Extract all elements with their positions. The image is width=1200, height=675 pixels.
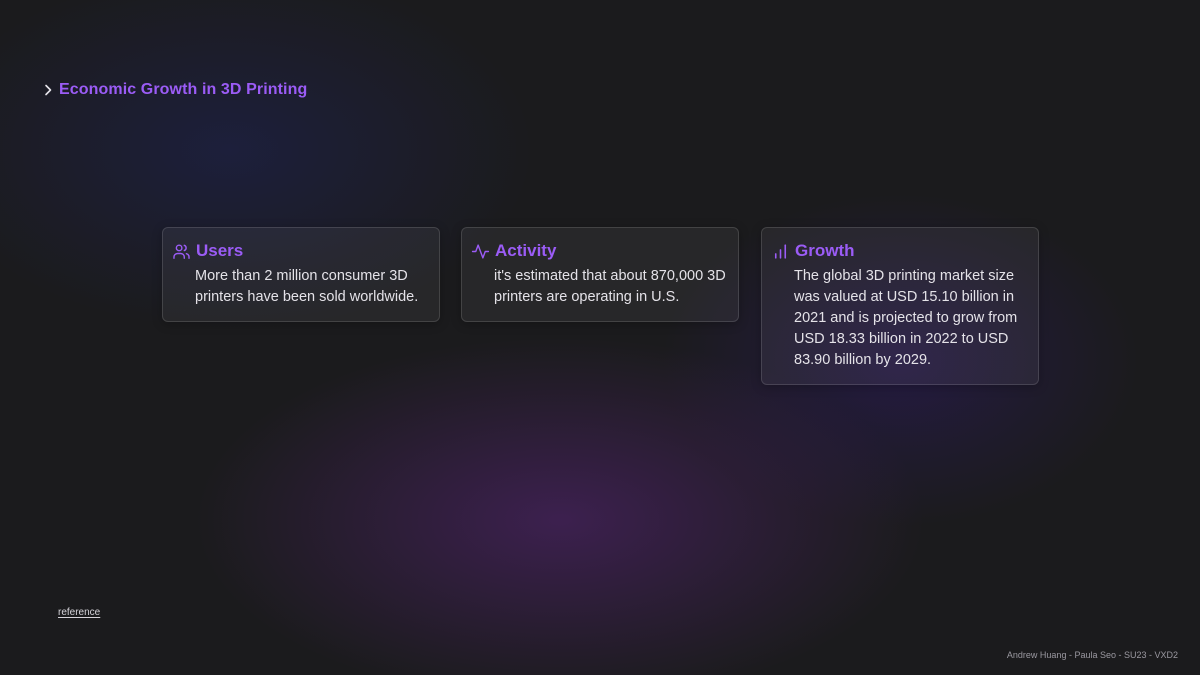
reference-link[interactable]: reference <box>58 607 100 618</box>
activity-icon <box>471 242 490 261</box>
section-header: Economic Growth in 3D Printing <box>44 80 307 100</box>
activity-card: Activity it's estimated that about 870,0… <box>461 227 739 322</box>
credits-text: Andrew Huang - Paula Seo - SU23 - VXD2 <box>1006 650 1178 660</box>
users-card: Users More than 2 million consumer 3D pr… <box>162 227 440 322</box>
growth-card-header: Growth <box>771 240 855 262</box>
users-card-header: Users <box>172 240 243 262</box>
page-title: Economic Growth in 3D Printing <box>59 81 308 98</box>
growth-card: Growth The global 3D printing market siz… <box>761 227 1039 385</box>
activity-card-header: Activity <box>471 240 556 262</box>
growth-card-title: Growth <box>795 241 855 260</box>
users-card-title: Users <box>196 241 244 260</box>
chevron-right-icon[interactable] <box>44 83 53 97</box>
users-card-body: More than 2 million consumer 3D printers… <box>195 268 419 305</box>
bar-chart-icon <box>771 242 790 261</box>
activity-card-title: Activity <box>495 241 557 260</box>
activity-card-body: it's estimated that about 870,000 3D pri… <box>494 268 726 305</box>
users-icon <box>172 242 191 261</box>
growth-card-body: The global 3D printing market size was v… <box>794 268 1018 368</box>
